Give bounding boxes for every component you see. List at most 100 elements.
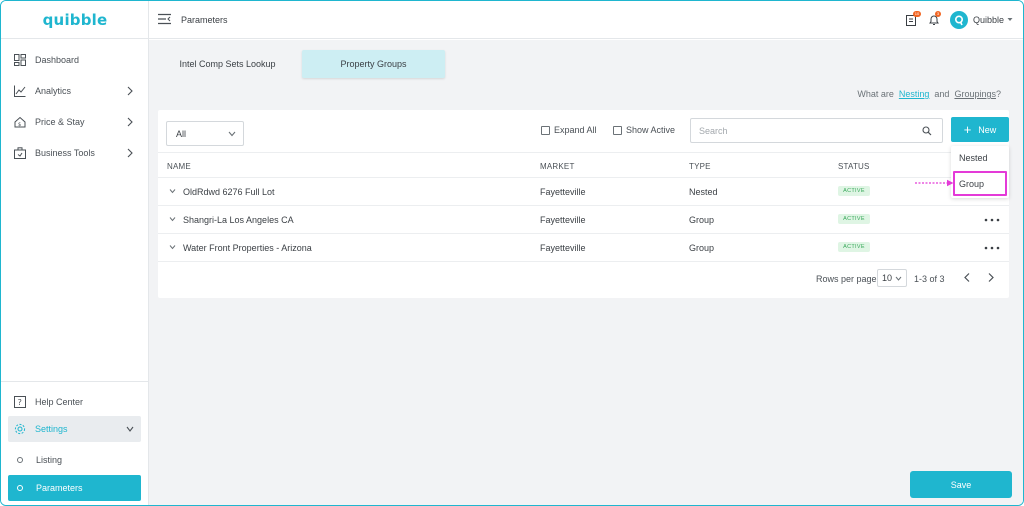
row-name: Shangri-La Los Angeles CA (183, 215, 294, 225)
chevron-right-icon (127, 148, 133, 158)
app-window: quibble Dashboard Analytics $ Price & St… (0, 0, 1024, 506)
avatar[interactable] (950, 11, 968, 29)
nesting-link[interactable]: Nesting (899, 89, 930, 99)
rows-per-page-label: Rows per page (816, 274, 877, 284)
more-options-icon[interactable] (984, 218, 1000, 222)
filter-value: All (176, 128, 187, 139)
sidebar-subitem-parameters[interactable]: Parameters (8, 475, 141, 501)
price-stay-icon: $ (13, 115, 27, 129)
tabs: Intel Comp Sets Lookup Property Groups (157, 48, 1017, 86)
chevron-down-icon (228, 131, 236, 137)
more-options-icon[interactable] (984, 246, 1000, 250)
status-badge: ACTIVE (838, 214, 870, 224)
status-badge: ACTIVE (838, 186, 870, 196)
help-icon: ? (13, 395, 27, 409)
sidebar-item-help-center[interactable]: ? Help Center (1, 389, 149, 415)
page-title: Parameters (181, 15, 228, 25)
column-header-status[interactable]: STATUS (838, 162, 870, 171)
page-range: 1-3 of 3 (914, 274, 945, 284)
plus-icon: + (963, 121, 972, 137)
quibble-avatar-icon (954, 14, 964, 25)
column-header-name[interactable]: NAME (167, 162, 191, 171)
main-content: Intel Comp Sets Lookup Property Groups W… (149, 40, 1023, 505)
row-type: Group (689, 215, 715, 225)
table-header: NAME MARKET TYPE STATUS (158, 152, 1009, 178)
sidebar-item-label: Business Tools (35, 148, 95, 158)
column-header-market[interactable]: MARKET (540, 162, 575, 171)
chevron-right-icon (127, 86, 133, 96)
sidebar-item-label: Dashboard (35, 55, 80, 65)
table-row[interactable]: OldRdwd 6276 Full Lot Fayetteville Neste… (158, 178, 1009, 206)
chevron-down-icon[interactable] (169, 244, 176, 250)
chevron-right-icon[interactable] (987, 272, 995, 283)
checkbox-box[interactable] (541, 125, 550, 135)
chevron-down-icon (895, 276, 902, 281)
checkbox-box[interactable] (613, 125, 622, 135)
property-groups-card: All Expand All Show Active + New NAME (158, 110, 1009, 298)
chevron-down-icon (126, 426, 134, 432)
chevron-down-icon[interactable] (169, 188, 176, 194)
help-line: What are Nesting and Groupings? (857, 89, 1001, 99)
rows-per-page-value: 10 (882, 273, 893, 283)
expand-all-checkbox[interactable]: Expand All (541, 125, 597, 135)
sidebar: quibble Dashboard Analytics $ Price & St… (1, 1, 149, 505)
quibble-logo[interactable]: quibble (1, 1, 149, 39)
sidebar-subitem-listing[interactable]: Listing (8, 447, 141, 473)
sidebar-item-settings[interactable]: Settings (8, 416, 141, 442)
user-name[interactable]: Quibble (973, 15, 1004, 25)
save-button[interactable]: Save (910, 471, 1012, 498)
checkbox-label: Show Active (626, 125, 676, 135)
row-market: Fayetteville (540, 243, 586, 253)
table-row[interactable]: Water Front Properties - Arizona Fayette… (158, 234, 1009, 262)
table-row[interactable]: Shangri-La Los Angeles CA Fayetteville G… (158, 206, 1009, 234)
pagination: Rows per page 10 1-3 of 3 (158, 264, 1009, 290)
row-type: Nested (689, 187, 718, 197)
row-name: Water Front Properties - Arizona (183, 243, 312, 253)
top-header: Parameters 10 3 Quibble (149, 1, 1023, 39)
row-market: Fayetteville (540, 215, 586, 225)
alerts-badge: 3 (935, 11, 941, 17)
dashboard-icon (13, 53, 27, 67)
search-icon[interactable] (922, 126, 932, 136)
search-box[interactable] (690, 118, 943, 143)
sidebar-item-dashboard[interactable]: Dashboard (1, 47, 149, 73)
sidebar-subitem-label: Parameters (36, 483, 83, 493)
sidebar-item-label: Price & Stay (35, 117, 85, 127)
search-input[interactable] (699, 125, 909, 136)
sidebar-item-business-tools[interactable]: Business Tools (1, 140, 149, 166)
sidebar-item-label: Settings (35, 424, 68, 434)
checkbox-label: Expand All (554, 125, 597, 135)
chevron-down-icon[interactable] (169, 216, 176, 222)
filter-select[interactable]: All (166, 121, 244, 146)
business-tools-icon (13, 146, 27, 160)
help-text: and (934, 89, 950, 99)
row-name: OldRdwd 6276 Full Lot (183, 187, 275, 197)
sidebar-item-label: Help Center (35, 397, 84, 407)
sidebar-item-analytics[interactable]: Analytics (1, 78, 149, 104)
bullet-icon (17, 457, 23, 463)
help-text: ? (995, 89, 1001, 99)
show-active-checkbox[interactable]: Show Active (613, 125, 675, 135)
tab-property-groups[interactable]: Property Groups (302, 50, 445, 78)
notifications-badge: 10 (913, 11, 921, 17)
new-button[interactable]: + New (951, 117, 1009, 142)
bullet-icon (17, 485, 23, 491)
groupings-link[interactable]: Groupings (954, 89, 996, 99)
sidebar-item-price-stay[interactable]: $ Price & Stay (1, 109, 149, 135)
chevron-down-icon[interactable] (1007, 17, 1013, 22)
menu-collapse-icon[interactable] (158, 13, 171, 25)
rows-per-page-select[interactable]: 10 (877, 269, 907, 287)
column-header-type[interactable]: TYPE (689, 162, 711, 171)
gear-icon (13, 422, 27, 436)
menu-item-nested[interactable]: Nested (951, 146, 1009, 170)
sidebar-divider (1, 381, 149, 382)
status-badge: ACTIVE (838, 242, 870, 252)
sidebar-subitem-label: Listing (36, 455, 63, 465)
analytics-icon (13, 84, 27, 98)
sidebar-item-label: Analytics (35, 86, 72, 96)
row-market: Fayetteville (540, 187, 586, 197)
chevron-left-icon[interactable] (963, 272, 971, 283)
chevron-right-icon (127, 117, 133, 127)
help-text: What are (857, 89, 894, 99)
tab-intel-comp-sets-lookup[interactable]: Intel Comp Sets Lookup (161, 50, 294, 78)
